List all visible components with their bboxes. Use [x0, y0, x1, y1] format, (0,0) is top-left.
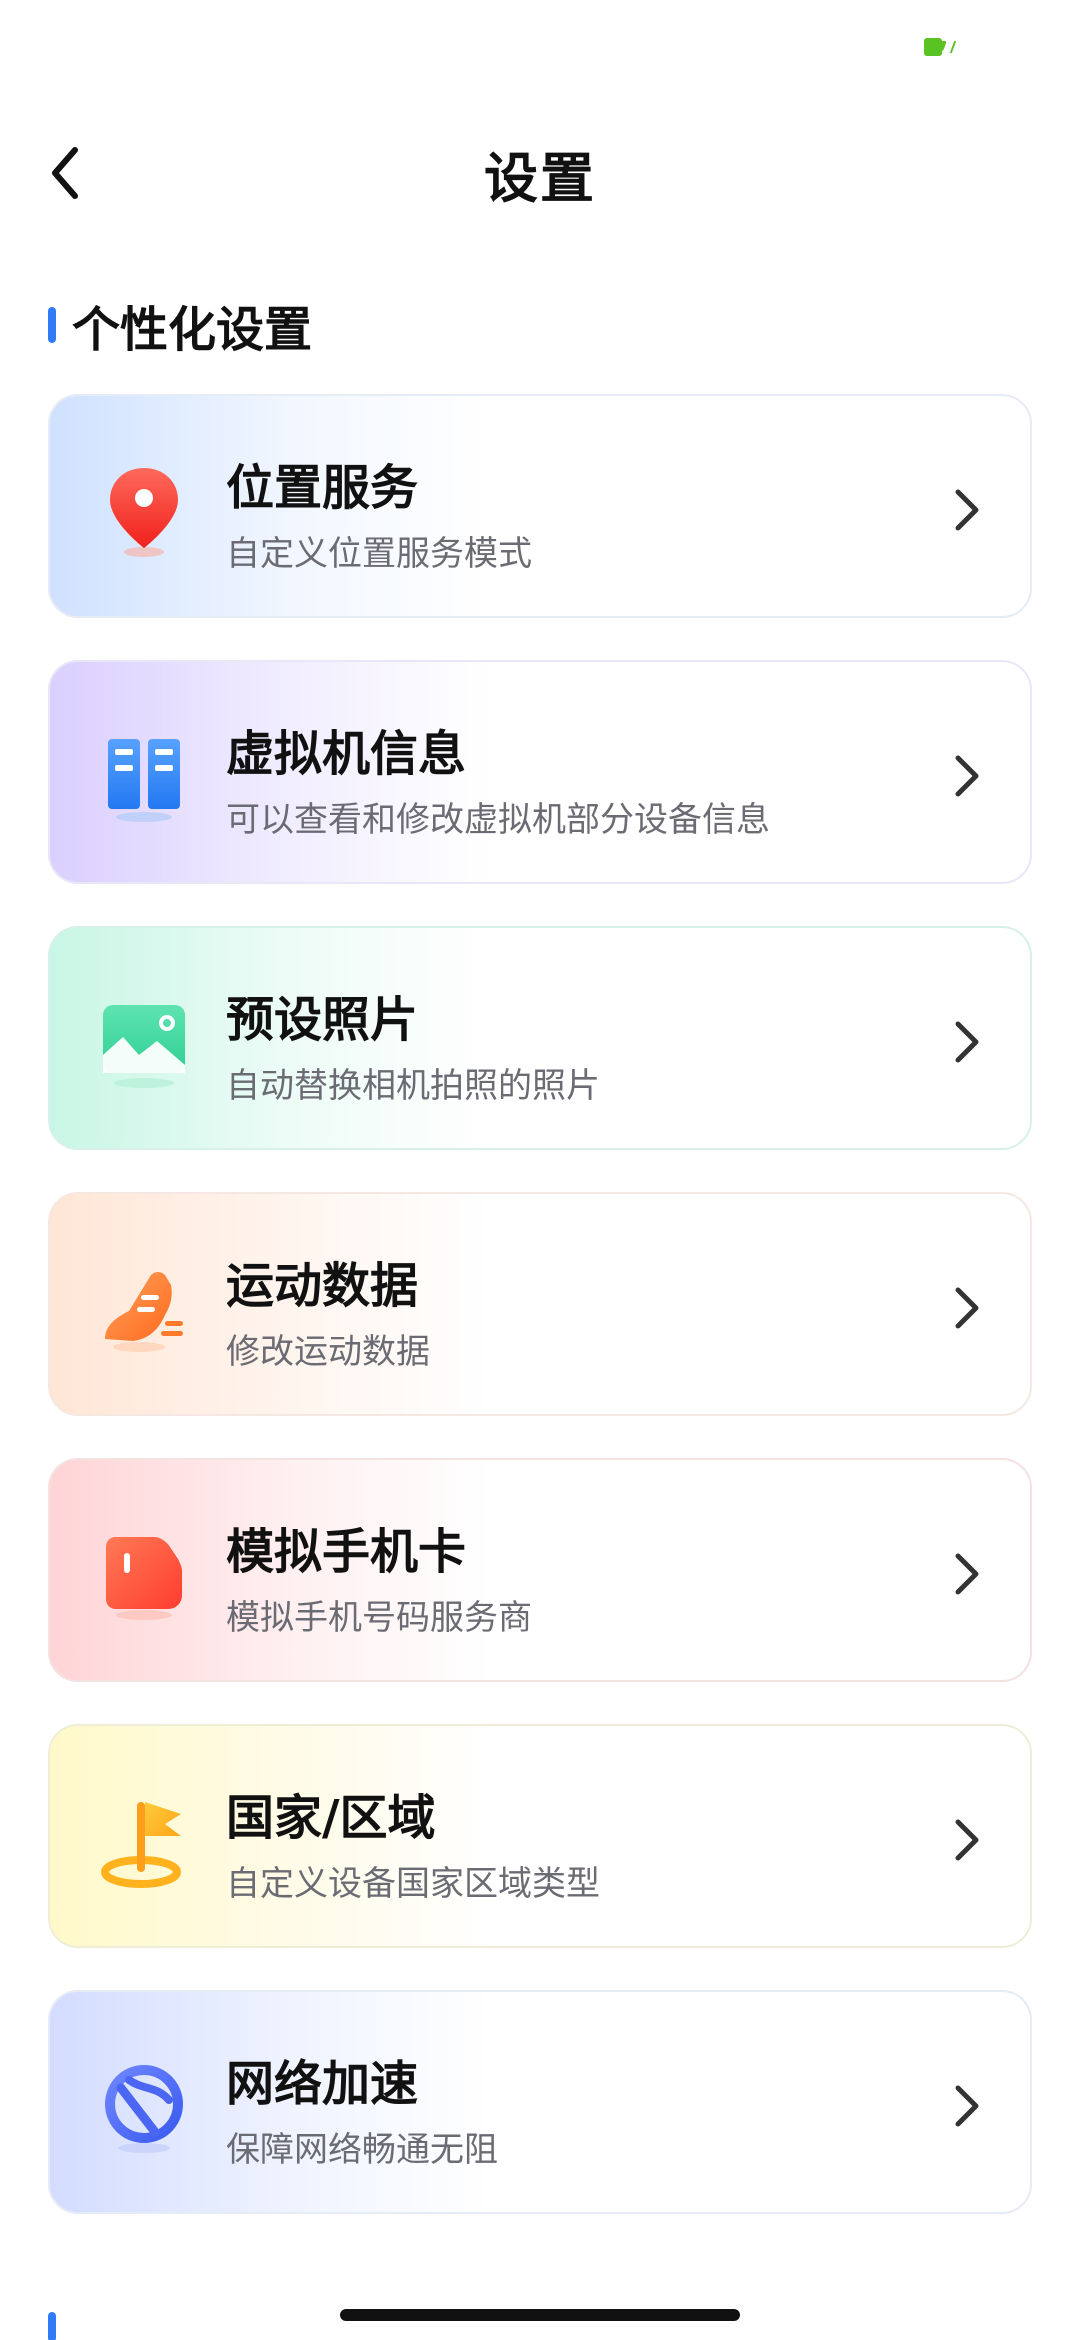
card-subtitle: 可以查看和修改虚拟机部分设备信息: [226, 800, 770, 840]
card-vm-info[interactable]: 虚拟机信息 可以查看和修改虚拟机部分设备信息: [48, 660, 1032, 884]
card-subtitle: 自动替换相机拍照的照片: [226, 1066, 600, 1106]
section-accent-bar: [48, 2312, 56, 2340]
chevron-right-icon: [955, 1553, 979, 1595]
chevron-right-icon: [955, 1819, 979, 1861]
page-title: 设置: [484, 147, 596, 210]
card-subtitle: 自定义位置服务模式: [226, 534, 532, 574]
status-icons: [924, 38, 963, 56]
card-subtitle: 保障网络畅通无阻: [226, 2130, 498, 2170]
device-info-icon: [94, 728, 194, 828]
photo-icon: [94, 994, 194, 1094]
card-sports-data[interactable]: 运动数据 修改运动数据: [48, 1192, 1032, 1416]
card-subtitle: 模拟手机号码服务商: [226, 1598, 532, 1638]
country-flag-icon: [94, 1792, 194, 1892]
card-title: 运动数据: [226, 1258, 419, 1314]
chevron-right-icon: [955, 2085, 979, 2127]
card-title: 网络加速: [226, 2056, 419, 2112]
card-subtitle: 修改运动数据: [226, 1332, 430, 1372]
card-title: 虚拟机信息: [226, 726, 467, 782]
card-title: 预设照片: [226, 992, 419, 1048]
section-personalization: 个性化设置: [48, 290, 312, 360]
chevron-right-icon: [955, 1021, 979, 1063]
running-shoe-icon: [94, 1260, 194, 1360]
settings-card-list: 位置服务 自定义位置服务模式 虚拟机信息 可以查看和修改虚拟机部分设备信息 预设…: [48, 394, 1038, 2256]
signal-icon: [949, 41, 963, 53]
header: 设置: [0, 110, 1080, 240]
status-bar: [0, 0, 1080, 90]
card-title: 位置服务: [226, 460, 419, 516]
card-sim-card[interactable]: 模拟手机卡 模拟手机号码服务商: [48, 1458, 1032, 1682]
section-accent-bar: [48, 307, 56, 343]
battery-icon: [924, 38, 942, 56]
next-section-hint: [48, 2290, 348, 2340]
section-title: 个性化设置: [72, 302, 313, 358]
card-preset-photos[interactable]: 预设照片 自动替换相机拍照的照片: [48, 926, 1032, 1150]
home-indicator[interactable]: [340, 2309, 740, 2321]
card-country-region[interactable]: 国家/区域 自定义设备国家区域类型: [48, 1724, 1032, 1948]
network-accelerate-icon: [94, 2058, 194, 2158]
card-subtitle: 自定义设备国家区域类型: [226, 1864, 600, 1904]
chevron-right-icon: [955, 755, 979, 797]
location-pin-icon: [94, 462, 194, 562]
card-network-accelerate[interactable]: 网络加速 保障网络畅通无阻: [48, 1990, 1032, 2214]
chevron-right-icon: [955, 1287, 979, 1329]
chevron-right-icon: [955, 489, 979, 531]
card-location-service[interactable]: 位置服务 自定义位置服务模式: [48, 394, 1032, 618]
card-title: 模拟手机卡: [226, 1524, 467, 1580]
sim-card-icon: [94, 1526, 194, 1626]
card-title: 国家/区域: [226, 1790, 436, 1846]
